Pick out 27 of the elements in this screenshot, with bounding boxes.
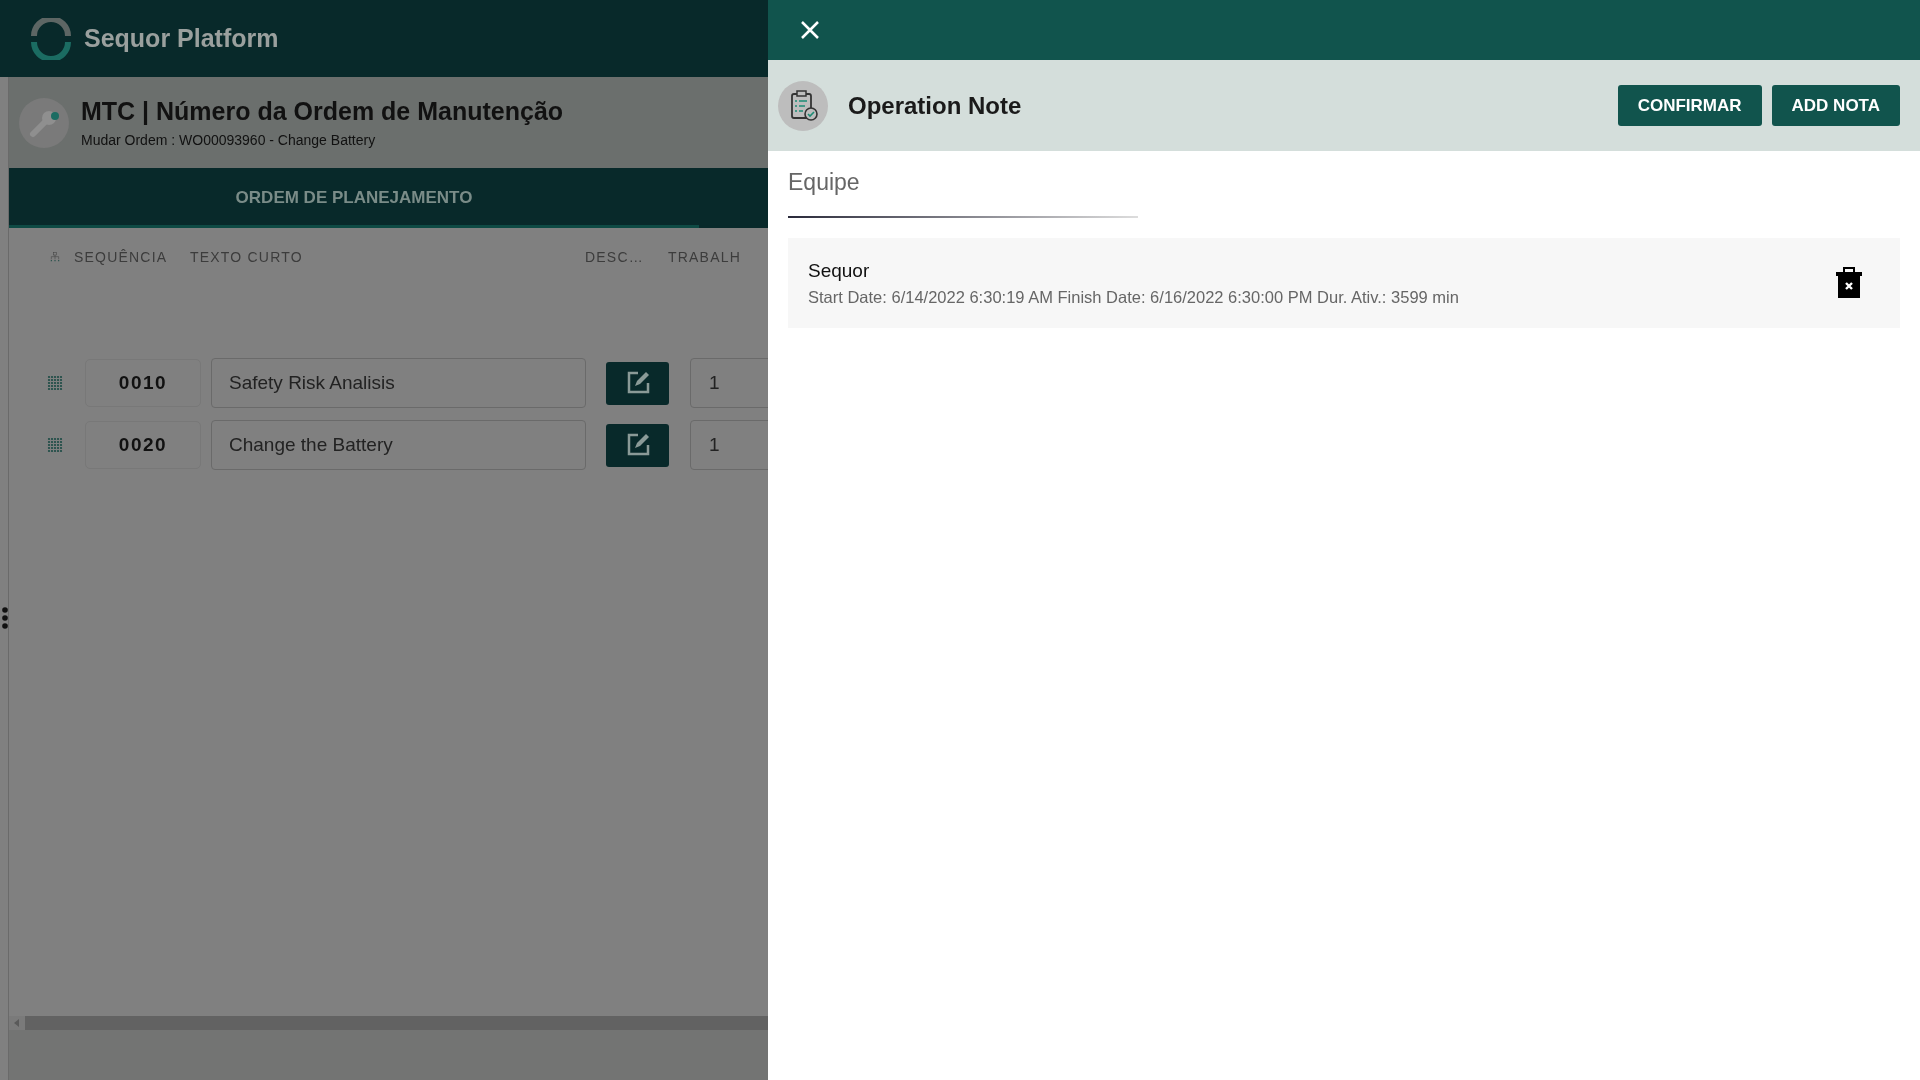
section-title: Equipe: [788, 168, 860, 197]
panel-title: Operation Note: [848, 91, 1023, 120]
column-header: TEXTO CURTO: [190, 249, 303, 265]
clipboard-icon: [778, 80, 828, 131]
edit-button[interactable]: [606, 361, 669, 405]
drag-handle-icon[interactable]: [47, 437, 63, 453]
scrollbar[interactable]: [9, 1016, 768, 1030]
order-title: MTC | Número da Ordem de Manutenção: [81, 97, 564, 126]
column-header: TRABALH: [668, 249, 741, 265]
edit-button[interactable]: [606, 423, 669, 467]
drag-handle-icon[interactable]: [47, 375, 63, 391]
wrench-icon: [19, 97, 69, 148]
sequence-cell: 0020: [85, 421, 201, 469]
action-button[interactable]: ADD NOTA: [1771, 85, 1900, 126]
note-details: Start Date: 6/14/2022 6:30:19 AM Finish Date: 6/16/2022 6:30:00 PM Dur. Ativ.: 3599 min: [808, 287, 1460, 307]
order-subtitle: Mudar Ordem : WO00093960 - Change Battery: [81, 132, 377, 148]
close-icon[interactable]: [800, 20, 820, 40]
note-name: Sequor: [808, 259, 871, 282]
short-text-field[interactable]: Safety Risk Analisis: [211, 358, 586, 408]
delete-icon[interactable]: [1836, 267, 1862, 299]
app-title: Sequor Platform: [84, 24, 279, 53]
logo-icon: [30, 17, 72, 60]
short-text-field[interactable]: Change the Battery: [211, 420, 586, 470]
sequence-cell: 0010: [85, 359, 201, 407]
action-button[interactable]: CONFIRMAR: [1617, 85, 1762, 126]
column-header: SEQUÊNCIA: [74, 249, 168, 265]
column-header: DESC…: [585, 249, 644, 265]
